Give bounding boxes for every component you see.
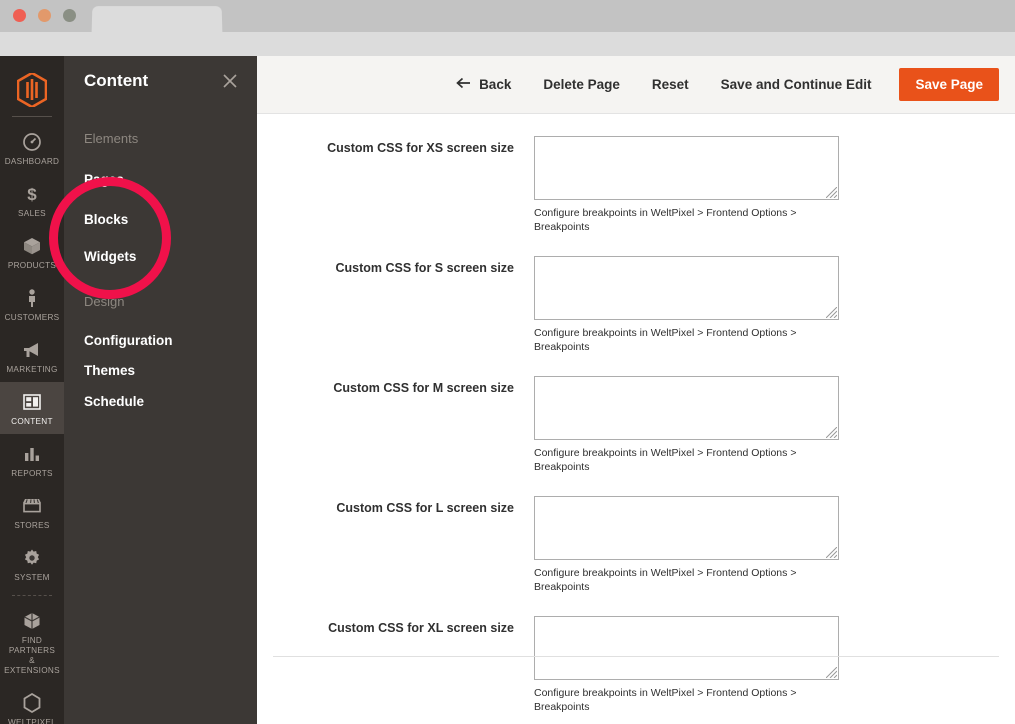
close-icon[interactable] — [221, 72, 239, 90]
field-help-text: Configure breakpoints in WeltPixel > Fro… — [534, 567, 797, 593]
form-row: Custom CSS for S screen size Configure br… — [257, 256, 1015, 354]
content-menu-link-widgets[interactable]: Widgets — [84, 249, 136, 264]
custom-code-textarea[interactable] — [534, 616, 839, 680]
field-label: Custom CSS for XS screen size — [327, 141, 514, 155]
field-label: Custom CSS for L screen size — [336, 501, 514, 515]
form-row: Custom CSS for M screen size Configure br… — [257, 376, 1015, 474]
extension-icon — [21, 610, 43, 632]
content-menu-link-configuration[interactable]: Configuration — [84, 333, 172, 348]
sidebar-item-label: SALES — [18, 209, 46, 218]
storefront-icon — [21, 495, 43, 517]
sidebar-item-sales[interactable]: $ SALES — [0, 174, 64, 226]
person-icon — [21, 287, 43, 309]
sidebar-item-weltpixel[interactable]: WELTPIXEL — [0, 683, 64, 724]
custom-css-form: Custom CSS for XS screen size Configure b… — [257, 114, 1015, 724]
browser-chrome — [0, 0, 1015, 56]
field-label: Custom CSS for M screen size — [333, 381, 514, 395]
form-row: Custom CSS for XS screen size Configure b… — [257, 136, 1015, 234]
field-label: Custom CSS for XL screen size — [328, 621, 514, 635]
sidebar-item-content[interactable]: CONTENT — [0, 382, 64, 434]
textarea-wrapper — [534, 136, 839, 200]
sidebar-item-label: CONTENT — [11, 417, 53, 426]
arrow-left-icon — [456, 77, 471, 92]
browser-tab[interactable] — [91, 6, 223, 33]
sidebar-item-label: FIND PARTNERS & EXTENSIONS — [4, 636, 60, 675]
sidebar-item-marketing[interactable]: MARKETING — [0, 330, 64, 382]
content-menu-link-schedule[interactable]: Schedule — [84, 394, 144, 409]
window-maximize-button[interactable] — [63, 9, 76, 22]
delete-page-button[interactable]: Delete Page — [527, 69, 636, 100]
form-row: Custom CSS for XL screen size Configure b… — [257, 616, 1015, 714]
svg-text:$: $ — [27, 185, 37, 204]
save-page-button[interactable]: Save Page — [899, 68, 999, 101]
sidebar-item-system[interactable]: SYSTEM — [0, 538, 64, 590]
field-help-text: Configure breakpoints in WeltPixel > Fro… — [534, 447, 797, 473]
sidebar-item-label: STORES — [14, 521, 50, 530]
sidebar-item-dashboard[interactable]: DASHBOARD — [0, 122, 64, 174]
sidebar-item-label: WELTPIXEL — [7, 718, 57, 724]
main-content-area: Back Delete Page Reset Save and Continue… — [257, 56, 1015, 724]
textarea-wrapper — [534, 496, 839, 560]
content-menu-title: Content — [84, 71, 149, 90]
custom-code-textarea[interactable] — [534, 376, 839, 440]
window-close-button[interactable] — [13, 9, 26, 22]
browser-toolbar — [0, 32, 1015, 56]
custom-code-textarea[interactable] — [534, 256, 839, 320]
content-menu-section-title: Elements — [84, 131, 139, 146]
sidebar-divider — [12, 595, 52, 596]
sidebar-item-label: MARKETING — [6, 365, 58, 374]
textarea-wrapper — [534, 256, 839, 320]
page-actions-toolbar: Back Delete Page Reset Save and Continue… — [257, 56, 1015, 114]
save-and-continue-edit-button[interactable]: Save and Continue Edit — [705, 69, 888, 100]
field-help-text: Configure breakpoints in WeltPixel > Fro… — [534, 327, 797, 353]
sidebar-item-label: DASHBOARD — [4, 157, 60, 166]
back-button[interactable]: Back — [440, 69, 527, 100]
hexagon-icon — [21, 692, 43, 714]
content-menu-link-pages[interactable]: Pages — [84, 172, 124, 187]
layout-icon — [21, 391, 43, 413]
bar-chart-icon — [21, 443, 43, 465]
content-menu-link-themes[interactable]: Themes — [84, 363, 135, 378]
field-help-text: Configure breakpoints in WeltPixel > Fro… — [534, 687, 797, 713]
admin-sidebar-rail: DASHBOARD $ SALES PRODUCTS CUSTOMERS MARKETIN… — [0, 56, 64, 724]
custom-code-textarea[interactable] — [534, 136, 839, 200]
sidebar-item-stores[interactable]: STORES — [0, 486, 64, 538]
sidebar-item-label: PRODUCTS — [7, 261, 57, 270]
content-menu-header: Content — [64, 56, 257, 108]
form-footer-divider — [273, 656, 999, 657]
sidebar-items: DASHBOARD $ SALES PRODUCTS CUSTOMERS MARKETIN… — [0, 122, 64, 724]
sidebar-item-label: REPORTS — [11, 469, 53, 478]
field-help-text: Configure breakpoints in WeltPixel > Fro… — [534, 207, 797, 233]
back-button-label: Back — [479, 77, 512, 92]
sidebar-item-label: CUSTOMERS — [4, 313, 60, 322]
form-row: Custom CSS for L screen size Configure br… — [257, 496, 1015, 594]
magento-admin-window: DASHBOARD $ SALES PRODUCTS CUSTOMERS MARKETIN… — [0, 56, 1015, 724]
content-menu-panel: Content Elements Pages Blocks Widgets Design… — [64, 56, 257, 724]
sidebar-item-reports[interactable]: REPORTS — [0, 434, 64, 486]
box-icon — [21, 235, 43, 257]
magento-logo-icon[interactable] — [0, 66, 64, 114]
sidebar-divider — [12, 116, 52, 117]
dashboard-icon — [21, 131, 43, 153]
sidebar-item-customers[interactable]: CUSTOMERS — [0, 278, 64, 330]
content-menu-section-title: Design — [84, 294, 125, 309]
dollar-icon: $ — [21, 183, 43, 205]
gear-icon — [21, 547, 43, 569]
megaphone-icon — [21, 339, 43, 361]
content-menu-link-blocks[interactable]: Blocks — [84, 212, 128, 227]
sidebar-item-label: SYSTEM — [14, 573, 50, 582]
field-label: Custom CSS for S screen size — [335, 261, 514, 275]
window-minimize-button[interactable] — [38, 9, 51, 22]
textarea-wrapper — [534, 616, 839, 680]
sidebar-item-find-partners-extensions[interactable]: FIND PARTNERS & EXTENSIONS — [0, 601, 64, 683]
reset-button[interactable]: Reset — [636, 69, 705, 100]
custom-code-textarea[interactable] — [534, 496, 839, 560]
window-traffic-lights — [13, 9, 76, 22]
textarea-wrapper — [534, 376, 839, 440]
sidebar-item-products[interactable]: PRODUCTS — [0, 226, 64, 278]
